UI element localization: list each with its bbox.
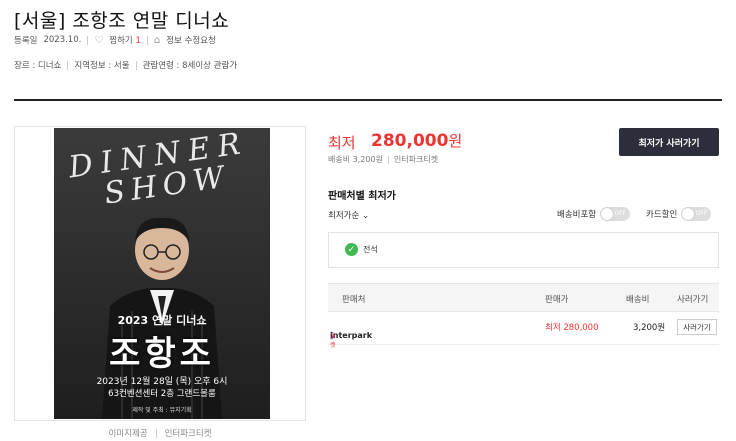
logo-sub: 티켓 [330,333,336,349]
card-discount-toggle-group: 카드할인 OFF [646,207,712,221]
page-title: [서울] 조항조 연말 디너쇼 [14,10,230,32]
lowest-label: 최저 [328,134,356,152]
divider [387,155,389,164]
img-provider-label: 이미지제공 [108,429,148,439]
like-button[interactable]: 찜하기 1 [109,34,141,46]
free-ship-toggle[interactable]: OFF [600,207,631,221]
col-seller: 판매처 [342,295,366,305]
divider [67,60,69,70]
report-link[interactable]: 정보 수정요청 [166,34,216,46]
img-source: 인터파크티켓 [164,429,212,439]
region-info: 지역정보 : 서울 [74,61,130,71]
poster-date: 2023년 12월 28일 (목) 오후 6시 [96,377,228,387]
poster-image: DINNER SHOW 2023 연말 디너쇼 조항조 2023년 12월 28… [54,128,270,419]
like-label: 찜하기 [109,36,133,46]
toggle-knob [682,208,695,220]
sort-label: 최저가순 [328,211,360,221]
row-buy-button[interactable]: 사러가기 [677,319,717,335]
heart-icon[interactable]: ♡ [94,35,103,46]
lowest-price: 280,000원 [371,130,462,151]
free-ship-label: 배송비포함 [557,210,597,220]
image-credit: 이미지제공 인터파크티켓 [14,427,306,439]
price-unit: 원 [448,132,463,150]
genre-info: 장르 : 디너쇼 [14,61,62,71]
meta-row: 등록일 2023.10. ♡ 찜하기 1 ⌂ 정보 수정요청 [14,34,216,47]
table-header: 판매처 판매가 배송비 사러가기 [328,283,719,312]
toggle-off-label: OFF [695,210,708,217]
seat-filter-box [328,232,719,268]
divider [87,35,89,45]
divider [155,428,157,438]
toggle-off-label: OFF [614,210,627,217]
col-price: 판매가 [545,295,569,305]
section-divider [14,99,722,101]
seller-table: 판매처 판매가 배송비 사러가기 ⟆ interpark 티켓 최저 280,0… [328,283,719,349]
bell-icon: ⌂ [153,34,161,46]
sort-dropdown[interactable]: 최저가순 ⌄ [328,209,369,221]
seller-section-title: 판매처별 최저가 [328,191,396,202]
seller-name: 인터파크티켓 [393,155,439,164]
poster-venue: 63컨벤션센터 2층 그랜드볼룸 [108,389,216,399]
chevron-down-icon: ⌄ [361,211,370,221]
info-row: 장르 : 디너쇼 지역정보 : 서울 관람연령 : 8세이상 관람가 [14,59,237,71]
col-shipping: 배송비 [626,295,650,305]
row-price: 최저 280,000 [545,323,599,333]
col-buy: 사러가기 [677,295,709,305]
row-shipping: 3,200원 [633,323,666,333]
check-icon[interactable]: ✓ [345,243,358,256]
buy-lowest-button[interactable]: 최저가 사러가기 [619,128,719,156]
age-info: 관람연령 : 8세이상 관람가 [142,61,238,71]
reg-date: 2023.10. [43,35,82,45]
seat-filter-all[interactable]: 전석 [363,244,378,255]
logo-text: interpark [330,331,373,340]
toggle-knob [601,208,614,220]
like-count: 1 [135,36,141,46]
shipping-fee: 배송비 3,200원 [328,155,383,164]
poster-name: 조항조 [109,334,215,374]
card-discount-toggle[interactable]: OFF [681,207,712,221]
divider [135,60,137,70]
poster-organizer: 제작 및 주최 : 뮤지기획 [132,407,192,414]
price-sub: 배송비 3,200원 인터파크티켓 [328,154,438,165]
reg-label: 등록일 [14,36,38,46]
price-value: 280,000 [371,131,449,151]
divider [146,35,148,45]
card-discount-label: 카드할인 [646,210,678,220]
free-ship-toggle-group: 배송비포함 OFF [557,207,631,221]
table-row: ⟆ interpark 티켓 최저 280,000 3,200원 사러가기 [328,312,719,349]
